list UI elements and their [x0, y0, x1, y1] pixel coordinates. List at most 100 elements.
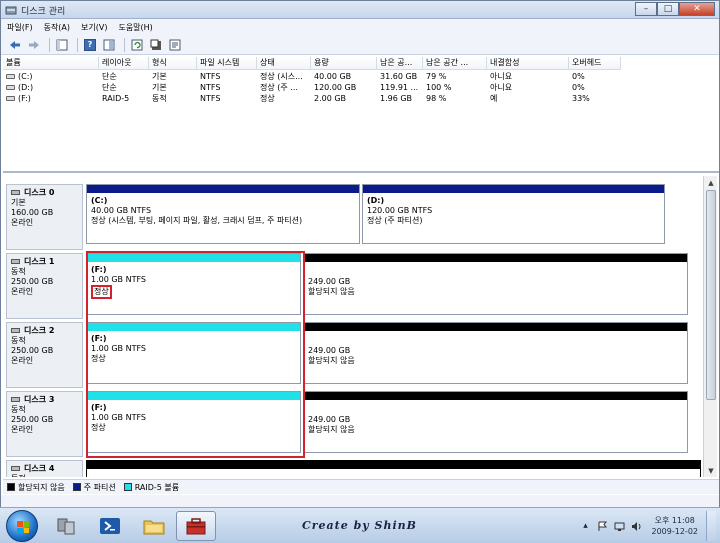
disk-label[interactable]: 디스크 2 동적 250.00 GB 온라인: [6, 322, 83, 388]
menu-view[interactable]: 보기(V): [81, 22, 107, 33]
overhead-cell: 33%: [572, 94, 590, 103]
forward-icon[interactable]: [26, 37, 42, 53]
disk-label[interactable]: 디스크 3 동적 250.00 GB 온라인: [6, 391, 83, 457]
column-header-free-space[interactable]: 남은 공...: [377, 57, 423, 70]
column-header-layout[interactable]: 레이아웃: [99, 57, 149, 70]
disk-management-icon: [5, 6, 17, 15]
volume-row[interactable]: (F:) RAID-5 동적 NTFS 정상 2.00 GB 1.96 GB 9…: [3, 93, 719, 104]
partition-status: 정상: [91, 423, 106, 432]
column-header-free-percent[interactable]: 남은 공간 ...: [423, 57, 487, 70]
toolbox-icon: [186, 518, 206, 535]
properties-icon[interactable]: [148, 37, 164, 53]
scroll-down-icon[interactable]: ▼: [704, 464, 718, 477]
network-icon[interactable]: [614, 520, 626, 532]
partition-unallocated[interactable]: [86, 460, 701, 477]
partition-unallocated[interactable]: 249.00 GB 할당되지 않음: [303, 253, 688, 315]
partition-bar: [363, 185, 664, 193]
partition-unallocated[interactable]: 249.00 GB 할당되지 않음: [303, 322, 688, 384]
disk-management-task-button[interactable]: [176, 511, 216, 541]
refresh-icon[interactable]: [129, 37, 145, 53]
help-icon[interactable]: ?: [82, 37, 98, 53]
partition-name: (F:): [91, 265, 107, 274]
free-percent-cell: 79 %: [426, 72, 447, 81]
minimize-button[interactable]: –: [635, 2, 657, 16]
network-app-icon[interactable]: [46, 511, 86, 541]
volume-row[interactable]: (C:) 단순 기본 NTFS 정상 (시스... 40.00 GB 31.60…: [3, 71, 719, 82]
disk-row-1: 디스크 1 동적 250.00 GB 온라인 (F:) 1.00 GB NTFS…: [6, 253, 701, 319]
partition-bar: [87, 392, 300, 400]
volume-list: 볼륨 레이아웃 형식 파일 시스템 상태 용량 남은 공... 남은 공간 ..…: [3, 57, 719, 173]
disk-management-window: 디스크 관리 – □ ✕ 파일(F) 동작(A) 보기(V) 도움말(H) ?: [0, 0, 720, 507]
menu-action[interactable]: 동작(A): [44, 22, 70, 33]
show-desktop-button[interactable]: [706, 511, 716, 541]
disk-graphical-view: 디스크 0 기본 160.00 GB 온라인 (C:) 40.00 GB NTF…: [3, 176, 701, 477]
disk-label[interactable]: 디스크 1 동적 250.00 GB 온라인: [6, 253, 83, 319]
overhead-cell: 0%: [572, 83, 585, 92]
volume-name-cell: (C:): [6, 71, 33, 82]
column-header-capacity[interactable]: 용량: [311, 57, 377, 70]
legend-label: 주 파티션: [83, 482, 116, 492]
partition-status: 정상: [91, 285, 112, 299]
menu-file[interactable]: 파일(F): [7, 22, 33, 33]
disk-label[interactable]: 디스크 0 기본 160.00 GB 온라인: [6, 184, 83, 250]
fault-tolerance-cell: 아니요: [490, 83, 513, 92]
column-header-status[interactable]: 상태: [257, 57, 311, 70]
partition-raid-f[interactable]: (F:) 1.00 GB NTFS 정상: [86, 391, 301, 453]
column-header-type[interactable]: 형식: [149, 57, 197, 70]
partition-d[interactable]: (D:) 120.00 GB NTFS 정상 (주 파티션): [362, 184, 665, 244]
disk-size: 250.00 GB: [11, 346, 54, 355]
show-pane-icon[interactable]: [101, 37, 117, 53]
partition-status: 정상 (시스템, 부팅, 페이지 파일, 활성, 크래시 덤프, 주 파티션): [91, 216, 303, 225]
legend-label: RAID-5 볼륨: [134, 482, 180, 492]
volume-row[interactable]: (D:) 단순 기본 NTFS 정상 (주 ... 120.00 GB 119.…: [3, 82, 719, 93]
menu-bar: 파일(F) 동작(A) 보기(V) 도움말(H): [1, 19, 719, 35]
back-icon[interactable]: [7, 37, 23, 53]
window-title: 디스크 관리: [21, 7, 66, 17]
close-button[interactable]: ✕: [679, 2, 715, 16]
filesystem-cell: NTFS: [200, 94, 221, 103]
console-tree-icon[interactable]: [54, 37, 70, 53]
status-cell: 정상 (시스...: [260, 72, 303, 81]
disk-name: 디스크 1: [24, 257, 55, 266]
settings-icon[interactable]: [167, 37, 183, 53]
partition-c[interactable]: (C:) 40.00 GB NTFS 정상 (시스템, 부팅, 페이지 파일, …: [86, 184, 360, 244]
partition-detail: 1.00 GB NTFS: [91, 275, 146, 284]
volume-icon[interactable]: [631, 520, 643, 532]
scroll-up-icon[interactable]: ▲: [704, 176, 718, 189]
clock[interactable]: 오후 11:08 2009-12-02: [652, 515, 699, 537]
powershell-icon[interactable]: [90, 511, 130, 541]
maximize-button[interactable]: □: [657, 2, 679, 16]
disk-size: 160.00 GB: [11, 208, 54, 217]
show-hidden-icons-icon[interactable]: ▴: [580, 520, 592, 532]
column-header-overhead[interactable]: 오버헤드: [569, 57, 621, 70]
start-button[interactable]: [6, 510, 38, 542]
vertical-scrollbar[interactable]: ▲ ▼: [703, 176, 717, 477]
explorer-icon[interactable]: [134, 511, 174, 541]
disk-type: 기본: [11, 198, 26, 207]
windows-logo-icon: [17, 521, 29, 533]
partition-bar: [87, 185, 359, 193]
partition-detail: 249.00 GB: [308, 277, 351, 286]
disk-type: 동적: [11, 474, 78, 477]
drive-icon: [6, 96, 15, 101]
free-space-cell: 1.96 GB: [380, 94, 413, 103]
legend-unallocated: 할당되지 않음: [7, 482, 65, 493]
column-header-fault-tolerance[interactable]: 내결함성: [487, 57, 569, 70]
scroll-thumb[interactable]: [706, 190, 716, 400]
partition-raid-f[interactable]: (F:) 1.00 GB NTFS 정상: [86, 253, 301, 315]
partition-bar: [87, 323, 300, 331]
filesystem-cell: NTFS: [200, 72, 221, 81]
partition-unallocated[interactable]: 249.00 GB 할당되지 않음: [303, 391, 688, 453]
status-cell: 정상: [260, 94, 275, 103]
clock-date: 2009-12-02: [651, 527, 699, 536]
partition-raid-f[interactable]: (F:) 1.00 GB NTFS 정상: [86, 322, 301, 384]
column-header-volume[interactable]: 볼륨: [3, 57, 99, 70]
column-header-filesystem[interactable]: 파일 시스템: [197, 57, 257, 70]
disk-name: 디스크 4: [24, 464, 55, 473]
title-bar[interactable]: 디스크 관리 – □ ✕: [1, 1, 719, 19]
disk-label[interactable]: 디스크 4 동적: [6, 460, 83, 477]
menu-help[interactable]: 도움말(H): [118, 22, 152, 33]
action-center-flag-icon[interactable]: [597, 520, 609, 532]
partition-bar: [304, 392, 687, 400]
type-cell: 동적: [152, 94, 167, 103]
